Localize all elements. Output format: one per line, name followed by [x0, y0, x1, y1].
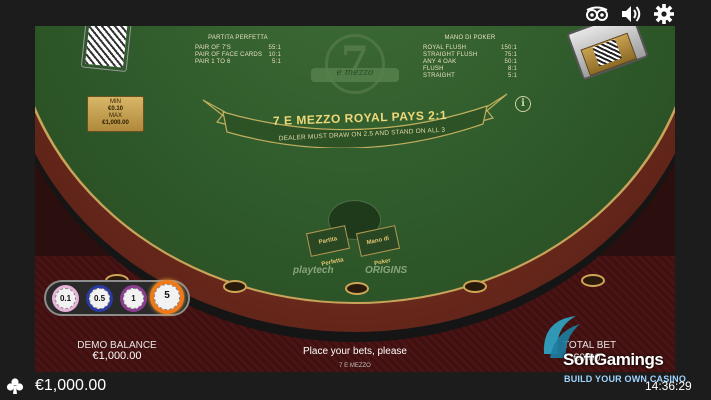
paytable-label: ROYAL FLUSH — [423, 45, 467, 51]
gear-icon[interactable] — [652, 3, 676, 25]
paytable-pays: 55:1 — [268, 45, 281, 51]
card-back — [80, 26, 132, 73]
chip-5-selected[interactable]: 5 — [150, 280, 184, 314]
info-icon[interactable]: i — [515, 96, 531, 112]
max-label: MAX — [108, 113, 122, 119]
paytable-right: MANO DI POKER ROYAL FLUSH 150:1 STRAIGHT … — [423, 35, 517, 80]
max-value: €1,000.00 — [102, 120, 129, 126]
paytable-row: PAIR OF FACE CARDS 10:1 — [195, 52, 281, 59]
paytable-row: ROYAL FLUSH 150:1 — [423, 45, 517, 52]
min-value: €0.10 — [107, 106, 123, 112]
paytable-title: PARTITA PERFETTA — [208, 35, 268, 41]
paytable-left: PARTITA PERFETTA PAIR OF 7'S 55:1 PAIR OF… — [195, 35, 281, 66]
discard-deck — [80, 26, 135, 76]
top-bar — [0, 0, 711, 26]
paytable-row: PAIR 1 TO 6 5:1 — [195, 59, 281, 66]
chip-0-5[interactable]: 0.5 — [86, 285, 113, 312]
paytable-pays: 5:1 — [272, 59, 281, 65]
logo-text: e mezzo — [336, 68, 374, 78]
paytable-label: ANY 4 OAK — [423, 59, 457, 65]
paytable-label: FLUSH — [423, 66, 444, 72]
clubs-icon[interactable] — [6, 377, 24, 395]
paytable-label: PAIR OF 7'S — [195, 45, 231, 51]
paytable-label: STRAIGHT FLUSH — [423, 52, 478, 58]
paytable-pays: 150:1 — [500, 45, 517, 51]
chip-1[interactable]: 1 — [120, 285, 147, 312]
game-screen: PARTITA PERFETTA PAIR OF 7'S 55:1 PAIR OF… — [0, 0, 711, 400]
volume-icon[interactable] — [619, 3, 643, 25]
origins-logo: ORIGINS — [365, 265, 408, 276]
chip-value: 0.1 — [59, 294, 72, 303]
paytable-pays: 10:1 — [268, 52, 281, 58]
table-limits: MIN €0.10 MAX €1,000.00 — [87, 96, 144, 132]
paytable-row: STRAIGHT 5:1 — [423, 73, 517, 80]
paytable-row: FLUSH 8:1 — [423, 66, 517, 73]
tripadvisor-icon[interactable] — [585, 3, 609, 25]
rail-stud — [581, 274, 605, 287]
chip-0-1[interactable]: 0.1 — [52, 285, 79, 312]
paytable-label: PAIR OF FACE CARDS — [195, 52, 263, 58]
rail-stud — [223, 280, 247, 293]
playtech-logo: playtech — [293, 265, 334, 276]
paytable-label: STRAIGHT — [423, 73, 455, 79]
paytable-pays: 5:1 — [508, 73, 517, 79]
status-message: Place your bets, please — [303, 346, 407, 357]
paytable-pays: 8:1 — [508, 66, 517, 72]
rail-stud — [345, 282, 369, 295]
clock: 14:36:29 — [645, 379, 692, 393]
game-name: 7 E MEZZO — [339, 363, 371, 369]
paytable-title: MANO DI POKER — [444, 35, 496, 41]
chip-value: 1 — [131, 294, 136, 303]
paytable-row: ANY 4 OAK 50:1 — [423, 59, 517, 66]
bottom-balance: €1,000.00 — [35, 377, 107, 394]
game-logo: 7 e mezzo — [307, 34, 403, 96]
paytable-pays: 50:1 — [504, 59, 517, 65]
demo-balance-value: €1,000.00 — [92, 350, 142, 362]
paytable-label: PAIR 1 TO 6 — [195, 59, 231, 65]
min-label: MIN — [110, 99, 121, 105]
softgamings-name: SoftGamings — [563, 350, 664, 369]
chip-value: 5 — [164, 290, 170, 301]
paytable-pays: 75:1 — [504, 52, 517, 58]
paytable-row: STRAIGHT FLUSH 75:1 — [423, 52, 517, 59]
rail-stud — [463, 280, 487, 293]
paytable-row: PAIR OF 7'S 55:1 — [195, 45, 281, 52]
chip-value: 0.5 — [93, 294, 106, 303]
